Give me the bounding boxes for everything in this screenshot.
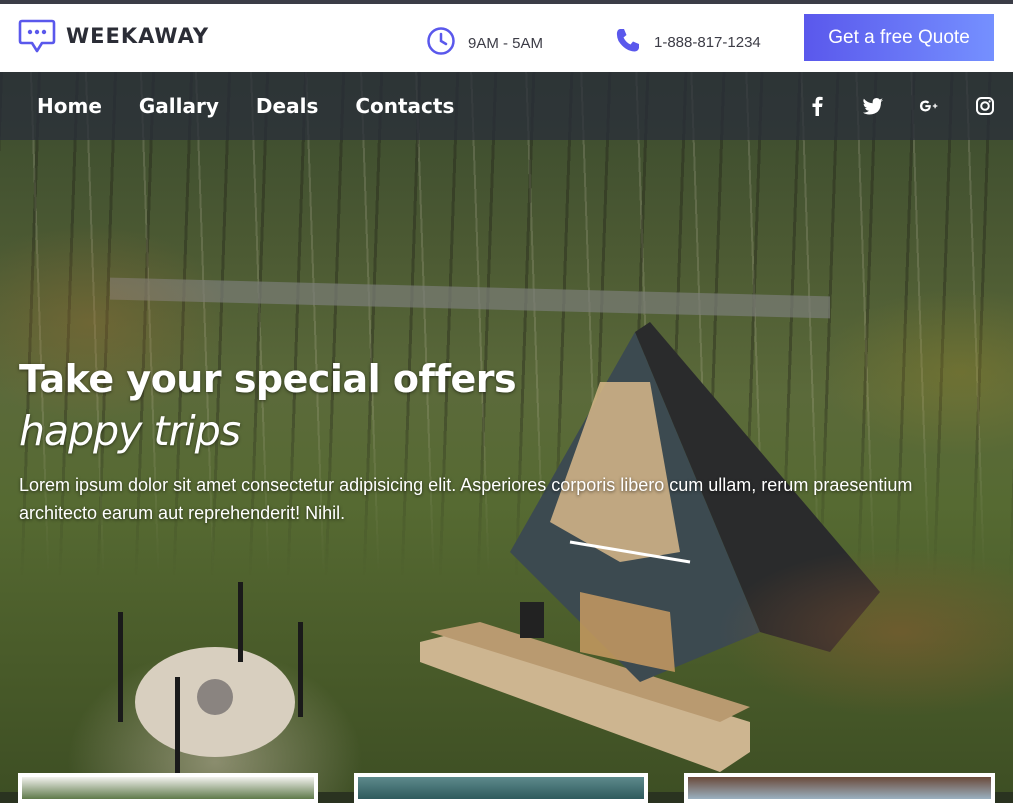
offer-card-2[interactable] xyxy=(354,773,648,803)
phone-icon xyxy=(614,26,642,58)
brand-logo[interactable]: WEEKAWAY xyxy=(18,18,209,54)
nav-item-home[interactable]: Home xyxy=(37,94,102,118)
chat-bubble-icon xyxy=(18,18,56,54)
road-background xyxy=(110,277,830,319)
nav-links: Home Gallary Deals Contacts xyxy=(37,72,491,140)
nav-item-contacts[interactable]: Contacts xyxy=(355,94,454,118)
google-plus-icon[interactable] xyxy=(919,96,939,116)
nav-item-gallery[interactable]: Gallary xyxy=(139,94,219,118)
clock-icon xyxy=(426,26,456,60)
hero-description: Lorem ipsum dolor sit amet consectetur a… xyxy=(19,475,913,523)
get-quote-button[interactable]: Get a free Quote xyxy=(804,14,994,61)
hero-content: Take your special offers happy trips Lor… xyxy=(19,357,979,527)
instagram-icon[interactable] xyxy=(975,96,995,116)
hero-subheadline: happy trips xyxy=(19,407,241,455)
hero-headline: Take your special offers xyxy=(19,357,517,401)
top-header: WEEKAWAY 9AM - 5AM 1-888-817-1234 Get a … xyxy=(0,0,1013,72)
offer-card-1[interactable] xyxy=(18,773,318,803)
offer-card-3[interactable] xyxy=(684,773,995,803)
twitter-icon[interactable] xyxy=(863,96,883,116)
business-hours: 9AM - 5AM xyxy=(426,26,543,60)
phone-contact[interactable]: 1-888-817-1234 xyxy=(614,26,761,58)
social-links xyxy=(771,72,995,140)
nav-item-deals[interactable]: Deals xyxy=(256,94,318,118)
hours-text: 9AM - 5AM xyxy=(468,34,544,52)
brand-name: WEEKAWAY xyxy=(66,24,210,48)
fire-pit-illustration xyxy=(118,582,303,792)
facebook-icon[interactable] xyxy=(807,96,827,116)
main-navigation: Home Gallary Deals Contacts xyxy=(0,72,1013,140)
phone-number: 1-888-817-1234 xyxy=(654,33,761,51)
